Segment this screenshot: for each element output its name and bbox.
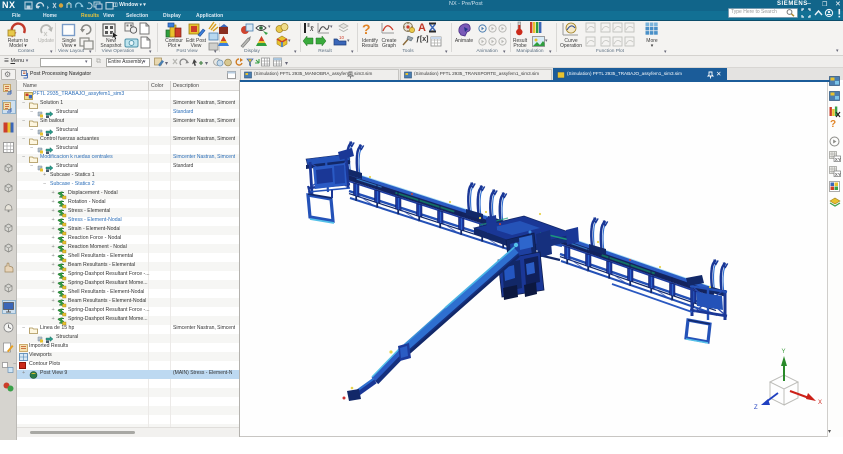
- svg-text:10: 10: [339, 35, 345, 40]
- svg-text:▾: ▾: [285, 61, 288, 67]
- svg-text:XY: XY: [835, 157, 841, 162]
- svg-text:X: X: [818, 400, 822, 406]
- svg-text:Z: Z: [754, 405, 758, 411]
- svg-text:▾: ▾: [165, 61, 168, 67]
- svg-text:XY: XY: [835, 172, 841, 177]
- svg-text:▾: ▾: [205, 61, 208, 67]
- svg-text:Y: Y: [782, 349, 786, 355]
- svg-text:x̄: x̄: [309, 24, 314, 33]
